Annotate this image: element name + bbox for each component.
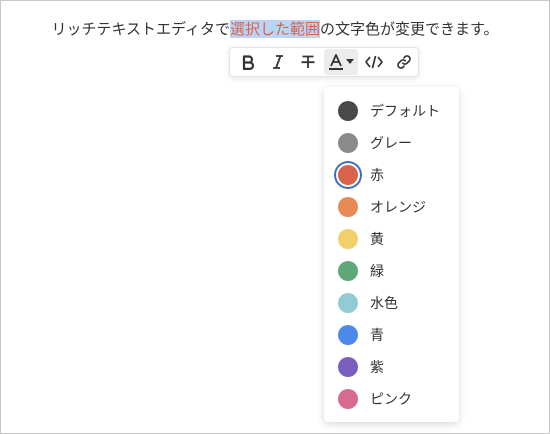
bold-button[interactable] — [234, 49, 262, 75]
text-before-selection[interactable]: リッチテキストエディタで — [51, 20, 230, 38]
color-option-label: 紫 — [370, 360, 384, 376]
color-swatch — [338, 165, 358, 185]
color-swatch — [338, 229, 358, 249]
color-option-label: ピンク — [370, 392, 412, 408]
color-swatch — [338, 389, 358, 409]
text-color-menu: デフォルトグレー赤オレンジ黄緑水色青紫ピンク — [324, 87, 459, 422]
editor-text[interactable]: リッチテキストエディタで選択した範囲の文字色が変更できます。 — [1, 17, 549, 41]
editor-frame: リッチテキストエディタで選択した範囲の文字色が変更できます。 デフォルト グレー… — [0, 0, 550, 434]
color-option-label: 黄 — [370, 232, 384, 248]
color-swatch — [338, 293, 358, 313]
color-option[interactable]: オレンジ — [324, 191, 459, 223]
bold-icon — [240, 54, 256, 70]
text-color-icon — [328, 53, 344, 71]
color-option[interactable]: グレー — [324, 127, 459, 159]
link-button[interactable] — [390, 49, 418, 75]
color-option[interactable]: 紫 — [324, 351, 459, 383]
color-option-label: 緑 — [370, 264, 384, 280]
color-option[interactable]: 緑 — [324, 255, 459, 287]
strikethrough-button[interactable] — [294, 49, 322, 75]
formatting-toolbar — [229, 47, 419, 77]
color-swatch — [338, 325, 358, 345]
link-icon — [396, 54, 412, 70]
code-icon — [365, 54, 383, 70]
color-option[interactable]: 青 — [324, 319, 459, 351]
text-after-selection[interactable]: の文字色が変更できます。 — [320, 20, 499, 38]
strikethrough-icon — [300, 54, 316, 70]
color-option-label: 水色 — [370, 296, 398, 312]
code-button[interactable] — [360, 49, 388, 75]
color-option-label: 青 — [370, 328, 384, 344]
selected-text[interactable]: 選択した範囲 — [229, 20, 320, 38]
color-swatch — [338, 101, 358, 121]
color-swatch — [338, 197, 358, 217]
color-option[interactable]: ピンク — [324, 383, 459, 415]
text-color-button[interactable] — [324, 49, 358, 75]
color-option[interactable]: デフォルト — [324, 95, 459, 127]
color-swatch — [338, 357, 358, 377]
color-swatch — [338, 261, 358, 281]
color-option[interactable]: 黄 — [324, 223, 459, 255]
chevron-down-icon — [346, 59, 354, 65]
color-option-label: デフォルト — [370, 104, 440, 120]
italic-button[interactable] — [264, 49, 292, 75]
color-option[interactable]: 赤 — [324, 159, 459, 191]
color-option-label: グレー — [370, 136, 412, 152]
color-swatch — [338, 133, 358, 153]
italic-icon — [270, 54, 286, 70]
color-option[interactable]: 水色 — [324, 287, 459, 319]
color-option-label: 赤 — [370, 168, 384, 184]
color-option-label: オレンジ — [370, 200, 426, 216]
